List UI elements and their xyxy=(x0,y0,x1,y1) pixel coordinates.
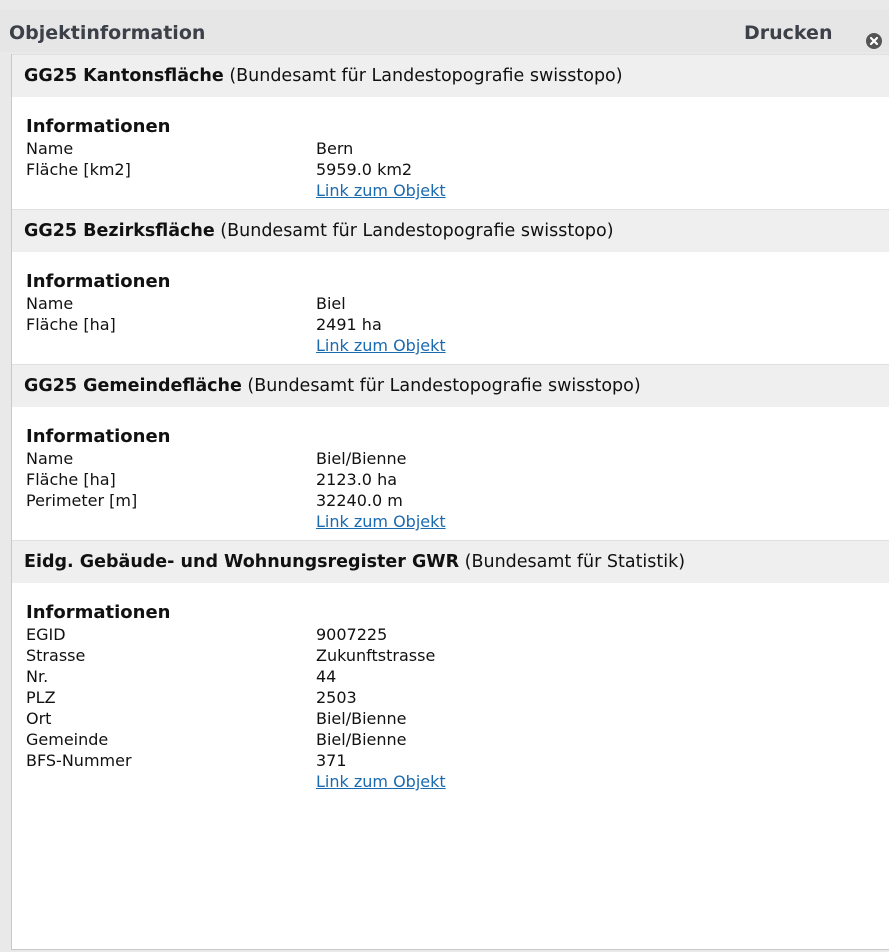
attribute-value: 5959.0 km2 xyxy=(316,160,413,179)
attribute-label: Strasse xyxy=(26,646,86,665)
attribute-value: Bern xyxy=(316,139,354,158)
attribute-row: Gemeinde Biel/Bienne xyxy=(26,729,880,750)
attribute-label: Gemeinde xyxy=(26,730,109,749)
layer-name: GG25 Gemeindefläche xyxy=(24,376,242,396)
attribute-label: Ort xyxy=(26,709,52,728)
close-icon[interactable] xyxy=(866,33,882,49)
attribute-label: Name xyxy=(26,294,74,313)
layer-name: Eidg. Gebäude- und Wohnungsregister GWR xyxy=(24,552,460,572)
link-row: Link zum Objekt xyxy=(26,771,880,792)
link-spacer xyxy=(26,335,316,356)
object-link[interactable]: Link zum Objekt xyxy=(316,180,446,201)
attribute-row: Perimeter [m] 32240.0 m xyxy=(26,490,880,511)
attribute-value: 371 xyxy=(316,751,347,770)
object-info-content: GG25 Kantonsfläche (Bundesamt für Landes… xyxy=(11,54,889,950)
attribute-label: Fläche [km2] xyxy=(26,160,131,179)
attribute-label: Name xyxy=(26,139,74,158)
attribute-label: Fläche [ha] xyxy=(26,315,116,334)
section-body: Informationen Name Bern Fläche [km2] 5959.0 … xyxy=(12,97,889,209)
layer-source: (Bundesamt für Landestopografie swisstop… xyxy=(241,376,641,396)
attribute-label: Nr. xyxy=(26,667,49,686)
attribute-value: 2123.0 ha xyxy=(316,470,398,489)
attribute-value: Biel xyxy=(316,294,346,313)
section-header: GG25 Bezirksfläche (Bundesamt für Landes… xyxy=(12,209,889,252)
attribute-value: 2491 ha xyxy=(316,315,382,334)
object-link[interactable]: Link zum Objekt xyxy=(316,335,446,356)
layer-name: GG25 Kantonsfläche xyxy=(24,66,224,86)
link-row: Link zum Objekt xyxy=(26,180,880,201)
attribute-row: Ort Biel/Bienne xyxy=(26,708,880,729)
attribute-value: Zukunftstrasse xyxy=(316,646,436,665)
attribute-label: BFS-Nummer xyxy=(26,751,132,770)
panel-title: Objektinformation xyxy=(9,22,206,44)
link-row: Link zum Objekt xyxy=(26,335,880,356)
attribute-value: 9007225 xyxy=(316,625,388,644)
attribute-row: Name Bern xyxy=(26,138,880,159)
attribute-row: Strasse Zukunftstrasse xyxy=(26,645,880,666)
attribute-value: Biel/Bienne xyxy=(316,449,407,468)
info-heading: Informationen xyxy=(26,116,171,137)
section-body: Informationen EGID 9007225 Strasse Zukunftst… xyxy=(12,583,889,800)
attribute-row: Fläche [km2] 5959.0 km2 xyxy=(26,159,880,180)
info-heading: Informationen xyxy=(26,271,171,292)
print-button[interactable]: Drucken xyxy=(744,22,832,44)
attribute-row: Name Biel/Bienne xyxy=(26,448,880,469)
layer-name: GG25 Bezirksfläche xyxy=(24,221,215,241)
attribute-row: Fläche [ha] 2491 ha xyxy=(26,314,880,335)
attribute-value: 32240.0 m xyxy=(316,491,403,510)
layer-source: (Bundesamt für Statistik) xyxy=(459,552,686,572)
object-link[interactable]: Link zum Objekt xyxy=(316,511,446,532)
attribute-value: 2503 xyxy=(316,688,357,707)
attribute-row: BFS-Nummer 371 xyxy=(26,750,880,771)
link-spacer xyxy=(26,180,316,201)
info-heading: Informationen xyxy=(26,602,171,623)
attribute-value: 44 xyxy=(316,667,337,686)
info-heading: Informationen xyxy=(26,426,171,447)
attribute-value: Biel/Bienne xyxy=(316,730,407,749)
layer-source: (Bundesamt für Landestopografie swisstop… xyxy=(214,221,614,241)
link-spacer xyxy=(26,771,316,792)
section-body: Informationen Name Biel/Bienne Fläche [ha] 2… xyxy=(12,407,889,540)
attribute-row: PLZ 2503 xyxy=(26,687,880,708)
panel-header: Objektinformation Drucken xyxy=(0,10,889,52)
attribute-row: Fläche [ha] 2123.0 ha xyxy=(26,469,880,490)
section-header: Eidg. Gebäude- und Wohnungsregister GWR … xyxy=(12,540,889,583)
attribute-row: Nr. 44 xyxy=(26,666,880,687)
object-link[interactable]: Link zum Objekt xyxy=(316,771,446,792)
object-info-panel: Objektinformation Drucken GG25 Kantonsfl… xyxy=(0,0,889,952)
layer-source: (Bundesamt für Landestopografie swisstop… xyxy=(223,66,623,86)
attribute-label: PLZ xyxy=(26,688,56,707)
attribute-row: Name Biel xyxy=(26,293,880,314)
attribute-label: Fläche [ha] xyxy=(26,470,116,489)
attribute-value: Biel/Bienne xyxy=(316,709,407,728)
attribute-label: Perimeter [m] xyxy=(26,491,138,510)
attribute-row: EGID 9007225 xyxy=(26,624,880,645)
section-body: Informationen Name Biel Fläche [ha] 2491 ha L… xyxy=(12,252,889,364)
link-row: Link zum Objekt xyxy=(26,511,880,532)
link-spacer xyxy=(26,511,316,532)
section-header: GG25 Gemeindefläche (Bundesamt für Lande… xyxy=(12,364,889,407)
section-header: GG25 Kantonsfläche (Bundesamt für Landes… xyxy=(12,54,889,97)
attribute-label: Name xyxy=(26,449,74,468)
attribute-label: EGID xyxy=(26,625,66,644)
